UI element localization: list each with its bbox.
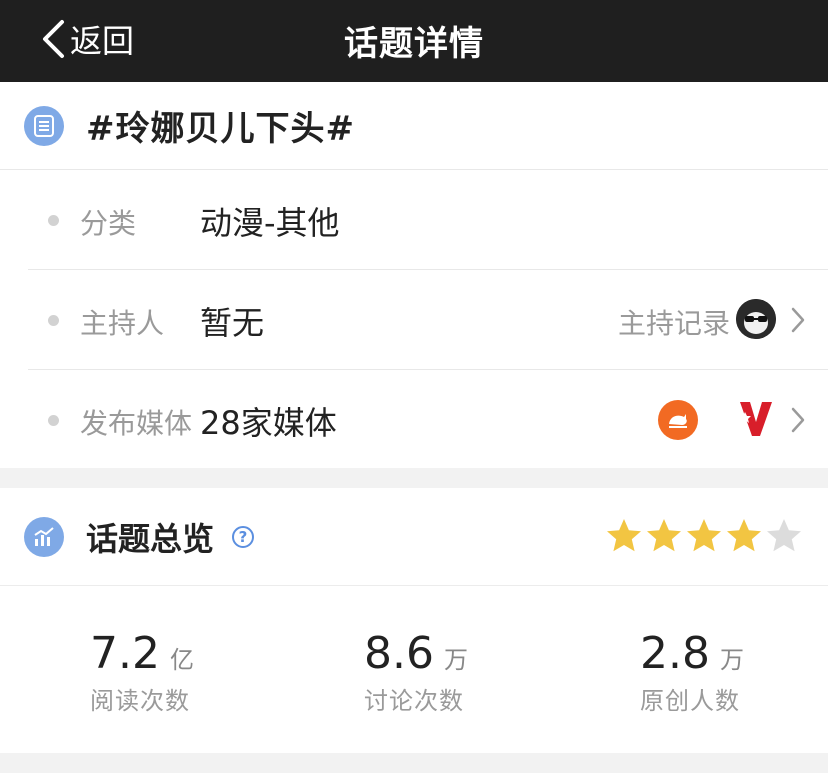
bullet-dot: [48, 215, 59, 226]
category-value: 动漫-其他: [200, 204, 340, 242]
media-row[interactable]: 发布媒体 28家媒体: [28, 370, 828, 470]
chevron-right-icon[interactable]: [790, 406, 806, 434]
stat-discussions: 8.6 万 讨论次数: [364, 628, 468, 716]
list-icon: [24, 105, 64, 146]
stat-unit: 万: [719, 646, 744, 674]
host-row[interactable]: 主持人 暂无 主持记录: [28, 270, 828, 370]
bar-chart-icon: [24, 516, 64, 557]
stat-original-authors: 2.8 万 原创人数: [640, 628, 744, 716]
host-avatar: [736, 299, 776, 339]
stats-row: 7.2 亿 阅读次数 8.6 万 讨论次数 2.8 万 原创人数: [0, 628, 828, 728]
star-filled-icon: [727, 519, 761, 552]
stat-label: 原创人数: [640, 687, 740, 715]
category-label: 分类: [80, 207, 137, 240]
host-value: 暂无: [200, 304, 265, 342]
stat-unit: 亿: [169, 646, 194, 674]
stat-number: 2.8: [640, 628, 710, 679]
star-empty-icon: [767, 519, 801, 552]
stat-unit: 万: [443, 646, 468, 674]
media-logo-v: [736, 398, 776, 440]
rating-stars: [604, 516, 804, 556]
stat-number: 7.2: [90, 628, 160, 679]
bullet-dot: [48, 315, 59, 326]
star-filled-icon: [687, 519, 721, 552]
host-label: 主持人: [80, 307, 165, 340]
topic-name: #玲娜贝儿下头#: [86, 109, 355, 149]
overview-card: 话题总览 ? 7.2 亿 阅读次数 8.6 万 讨论次数 2.8 万 原创人数: [0, 488, 828, 753]
category-row: 分类 动漫-其他: [28, 170, 828, 270]
media-label: 发布媒体: [80, 407, 193, 440]
topic-card: #玲娜贝儿下头# 分类 动漫-其他 主持人 暂无 主持记录 发布媒体 28家媒体: [0, 82, 828, 468]
stat-label: 讨论次数: [364, 687, 464, 715]
host-record-link[interactable]: 主持记录: [618, 302, 730, 342]
topic-header: #玲娜贝儿下头#: [0, 82, 828, 170]
page-title: 话题详情: [344, 24, 484, 64]
overview-title: 话题总览: [86, 519, 215, 558]
media-logo-blank: [706, 400, 724, 440]
chevron-right-icon[interactable]: [790, 306, 806, 334]
media-value: 28家媒体: [200, 404, 337, 442]
star-filled-icon: [647, 519, 681, 552]
bullet-dot: [48, 415, 59, 426]
nav-bar: 返回 话题详情: [0, 0, 828, 82]
media-logo-orange: [658, 400, 698, 440]
stat-label: 阅读次数: [90, 687, 190, 715]
stat-number: 8.6: [364, 628, 434, 679]
question-circle-icon[interactable]: ?: [232, 525, 255, 548]
stat-reads: 7.2 亿 阅读次数: [90, 628, 194, 716]
star-filled-icon: [607, 519, 641, 552]
overview-header: 话题总览 ?: [0, 488, 828, 586]
